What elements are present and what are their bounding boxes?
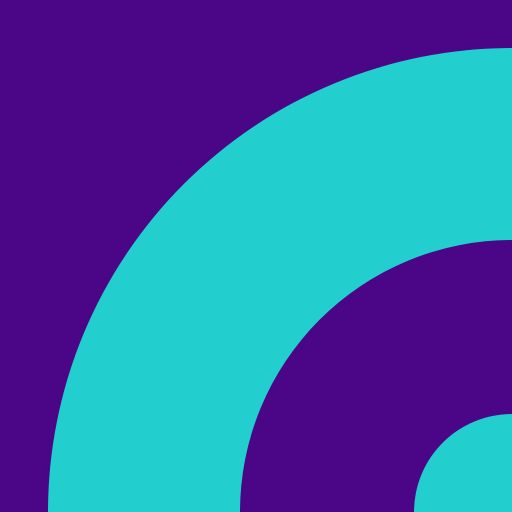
artwork-canvas — [0, 0, 512, 512]
concentric-arcs-graphic — [0, 0, 512, 512]
